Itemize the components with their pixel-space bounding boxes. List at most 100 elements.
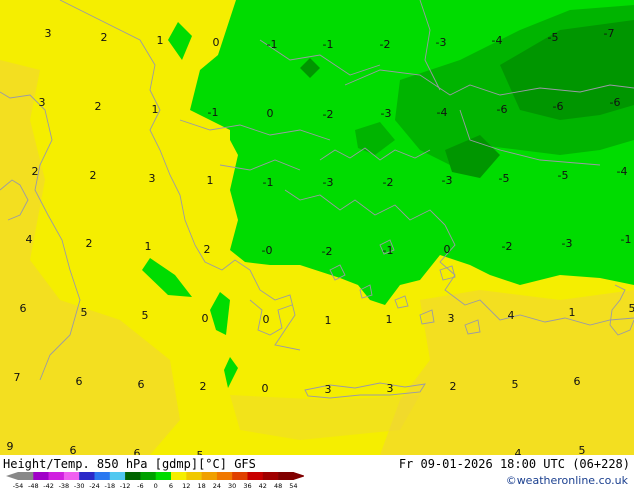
legend-swatch <box>278 472 294 480</box>
legend-tick-label: 6 <box>169 482 173 490</box>
temperature-value: -3 <box>436 36 447 49</box>
temperature-value: -3 <box>381 107 392 120</box>
temperature-value: -1 <box>267 38 278 51</box>
legend-tick-label: 30 <box>228 482 236 490</box>
temperature-value: 6 <box>134 447 141 455</box>
temperature-value: 2 <box>450 380 457 393</box>
legend-tick-label: -12 <box>120 482 131 490</box>
temperature-value: 3 <box>45 27 52 40</box>
temperature-value: 3 <box>387 382 394 395</box>
credit-link[interactable]: ©weatheronline.co.uk <box>506 474 628 487</box>
temperature-value: -6 <box>553 100 564 113</box>
temperature-value: -1 <box>621 233 632 246</box>
temperature-value: 6 <box>70 444 77 455</box>
temperature-value: 2 <box>200 380 207 393</box>
temperature-value: 4 <box>515 447 522 455</box>
legend-swatch <box>125 472 141 480</box>
temperature-value: 6 <box>138 378 145 391</box>
color-legend: -54 -48 -42 -38 -30 -24 -18 -12 -6 0 6 12 18 24 30 36 42… <box>6 472 304 490</box>
temperature-value: 5 <box>629 302 634 315</box>
temperature-value: -1 <box>323 38 334 51</box>
legend-tick-label: 12 <box>182 482 190 490</box>
legend-tick-label: -48 <box>28 482 39 490</box>
legend-swatch <box>79 472 95 480</box>
temperature-value: 6 <box>20 302 27 315</box>
temperature-value: 5 <box>579 444 586 455</box>
temperature-value: 0 <box>262 382 269 395</box>
temperature-value: 3 <box>448 312 455 325</box>
legend-swatch <box>262 472 279 480</box>
temperature-value: -4 <box>437 106 448 119</box>
legend-swatch <box>109 472 126 480</box>
temperature-value: -1 <box>263 176 274 189</box>
temperature-value: 0 <box>202 312 209 325</box>
legend-arrow-right <box>293 472 304 480</box>
temperature-value: 5 <box>142 309 149 322</box>
temperature-value: -5 <box>548 31 559 44</box>
legend-tick-label: -54 <box>13 482 24 490</box>
legend-swatch <box>216 472 233 480</box>
temperature-value: -3 <box>442 174 453 187</box>
temperature-value: -3 <box>562 237 573 250</box>
temperature-value: 3 <box>149 172 156 185</box>
temperature-value: 4 <box>26 233 33 246</box>
temperature-value: -5 <box>499 172 510 185</box>
legend-swatch <box>155 472 172 480</box>
legend-swatch <box>140 472 156 480</box>
forecast-datetime: Fr 09-01-2026 18:00 UTC (06+228) <box>398 457 630 471</box>
temperature-value: -7 <box>604 27 615 40</box>
temperature-value: 0 <box>267 107 274 120</box>
weather-map: 3 2 1 0 -1 -1 -2 -3 -4 -5 -7 3 2 1 -1 0 -2 -3 -4 -6 -6 -6 2 2 3 1… <box>0 0 634 455</box>
legend-swatches <box>6 472 304 480</box>
legend-swatch <box>171 472 187 480</box>
legend-arrow-left <box>6 472 18 480</box>
temperature-value: 5 <box>512 378 519 391</box>
temperature-value: 2 <box>101 31 108 44</box>
temperature-value: 2 <box>95 100 102 113</box>
temperature-value: -4 <box>492 34 503 47</box>
temperature-value: 0 <box>263 313 270 326</box>
temperature-value: -5 <box>558 169 569 182</box>
temperature-value: 1 <box>325 314 332 327</box>
temperature-value: 1 <box>569 306 576 319</box>
footer-bar: Height/Temp. 850 hPa [gdmp][°C] GFS Fr 0… <box>0 455 634 490</box>
legend-tick-label: 42 <box>259 482 267 490</box>
temperature-value: 2 <box>90 169 97 182</box>
legend-tick-label: 0 <box>154 482 158 490</box>
legend-tick-label: -30 <box>74 482 85 490</box>
temperature-value: 3 <box>325 383 332 396</box>
legend-tick-label: 54 <box>289 482 297 490</box>
temperature-value: 9 <box>7 440 14 453</box>
temperature-value: -2 <box>322 245 333 258</box>
temperature-value: 7 <box>14 371 21 384</box>
legend-swatch <box>18 472 34 480</box>
temperature-value: -2 <box>380 38 391 51</box>
temperature-value: -6 <box>610 96 621 109</box>
temperature-value: -6 <box>497 103 508 116</box>
legend-swatch <box>186 472 202 480</box>
legend-tick-label: -38 <box>59 482 70 490</box>
legend-tick-label: -24 <box>89 482 100 490</box>
temperature-value: 1 <box>145 240 152 253</box>
legend-swatch <box>232 472 248 480</box>
temperature-value: -1 <box>383 244 394 257</box>
temperature-value: -3 <box>323 176 334 189</box>
temperature-value: 6 <box>574 375 581 388</box>
legend-swatch <box>94 472 111 480</box>
temperature-value: 5 <box>81 306 88 319</box>
temperature-value: -2 <box>502 240 513 253</box>
temperature-value: -0 <box>262 244 273 257</box>
legend-tick-labels: -54 -48 -42 -38 -30 -24 -18 -12 -6 0 6 12 18 24 30 36 42… <box>13 482 298 490</box>
legend-swatch <box>63 472 80 480</box>
temperature-value: -1 <box>208 106 219 119</box>
temperature-value: -2 <box>383 176 394 189</box>
legend-swatch <box>247 472 264 480</box>
temperature-value: 0 <box>213 36 220 49</box>
temperature-value: 6 <box>76 375 83 388</box>
temperature-value: -2 <box>323 108 334 121</box>
legend-tick-label: 18 <box>197 482 205 490</box>
legend-tick-label: 36 <box>243 482 251 490</box>
legend-tick-label: -42 <box>43 482 54 490</box>
temperature-value: 4 <box>508 309 515 322</box>
temperature-value: 2 <box>86 237 93 250</box>
